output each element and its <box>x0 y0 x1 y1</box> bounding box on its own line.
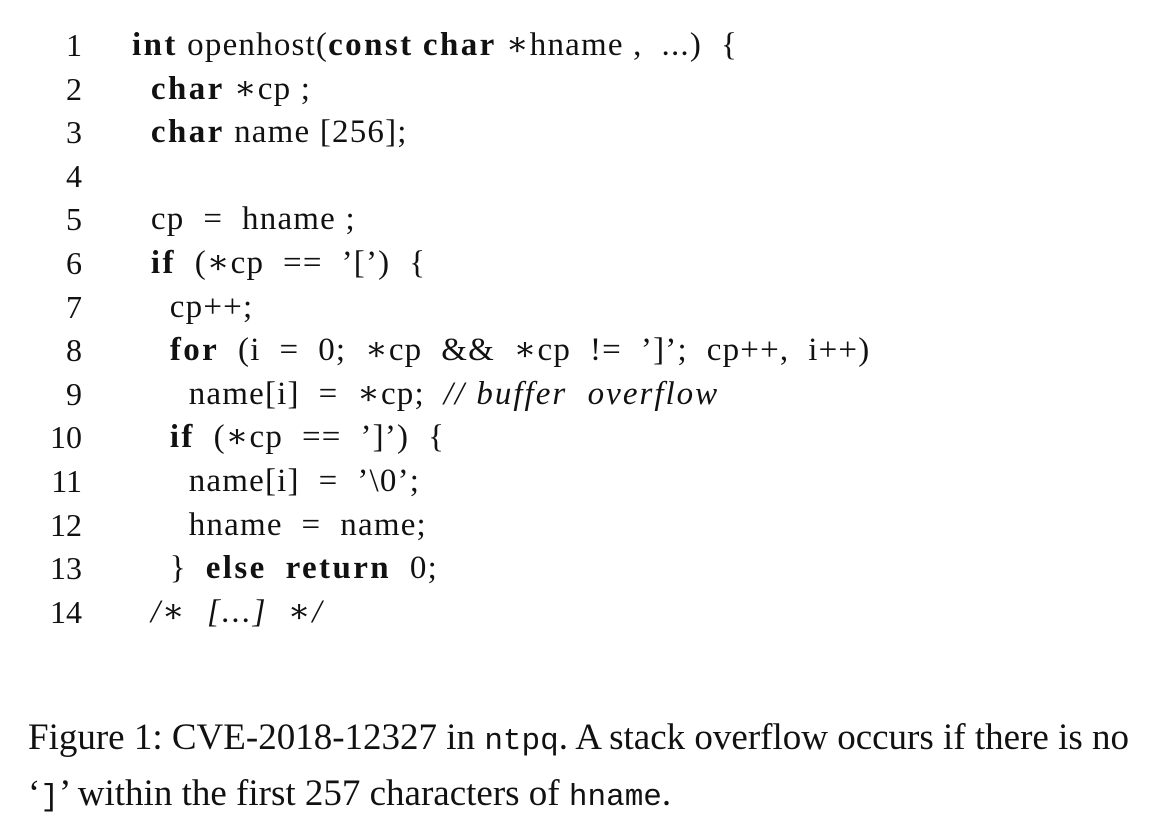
line-code: if (∗cp == ’[’) { <box>132 242 426 286</box>
code-text: ∗cp ; <box>224 70 312 107</box>
code-text: name [256]; <box>224 114 408 151</box>
code-line: 10 if (∗cp == ’]’) { <box>34 416 1154 460</box>
code-line: 13 } else return 0; <box>34 547 1154 591</box>
line-number: 2 <box>66 70 82 107</box>
code-text: (∗cp == ’]’) { <box>194 419 446 456</box>
line-number: 11 <box>51 462 82 499</box>
code-line: 3 char name [256]; <box>34 111 1154 155</box>
line-number: 13 <box>50 550 82 587</box>
code-comment: /∗ [...] ∗/ <box>150 593 324 630</box>
line-code: int openhost(const char ∗hname , ...) { <box>132 24 738 68</box>
line-number: 1 <box>66 27 82 63</box>
code-text: (∗cp == ’[’) { <box>175 244 427 281</box>
line-number: 12 <box>50 506 82 543</box>
line-code: } else return 0; <box>132 547 438 591</box>
line-code: if (∗cp == ’]’) { <box>132 416 445 460</box>
code-line: 6 if (∗cp == ’[’) { <box>34 242 1154 286</box>
code-text: hname = name; <box>132 506 427 543</box>
code-text: name[i] = ∗cp; <box>132 375 444 412</box>
line-number: 8 <box>66 332 82 369</box>
code-text: 0; <box>391 550 438 587</box>
code-keyword: int <box>132 27 178 63</box>
code-text: cp++; <box>132 288 254 325</box>
line-number: 7 <box>66 288 82 325</box>
code-keyword: const <box>328 27 414 63</box>
line-code: hname = name; <box>132 504 427 548</box>
code-listing: 1 int openhost(const char ∗hname , ...) {… <box>34 24 1154 634</box>
code-text: openhost( <box>177 27 329 63</box>
line-code: for (i = 0; ∗cp && ∗cp != ’]’; cp++, i++… <box>132 329 870 373</box>
caption-prefix: Figure 1: CVE-2018-12327 in <box>28 717 485 758</box>
line-code: cp = hname ; <box>132 198 356 242</box>
figure-caption: Figure 1: CVE-2018-12327 in ntpq. A stac… <box>28 712 1148 824</box>
line-code: name[i] = ∗cp; // buffer overflow <box>132 373 719 417</box>
caption-program-name: ntpq <box>484 724 559 759</box>
code-text: } <box>132 550 206 587</box>
code-keyword: char <box>150 70 225 107</box>
code-text: cp = hname ; <box>132 201 356 238</box>
code-text: ∗hname , ...) { <box>496 27 738 63</box>
line-number: 9 <box>66 375 82 412</box>
code-line: 8 for (i = 0; ∗cp && ∗cp != ’]’; cp++, i… <box>34 329 1154 373</box>
caption-bracket: ] <box>40 780 59 815</box>
line-number: 6 <box>66 244 82 281</box>
line-number: 4 <box>66 157 82 194</box>
caption-variable-name: hname <box>568 780 662 815</box>
code-keyword: else <box>205 550 267 587</box>
code-text: name[i] = ’\0’; <box>132 462 421 499</box>
line-number: 10 <box>50 419 82 456</box>
caption-after-bracket: ’ within the first 257 characters of <box>58 773 569 814</box>
code-line: 12 hname = name; <box>34 504 1154 548</box>
line-code: cp++; <box>132 286 253 330</box>
code-keyword: char <box>422 27 497 63</box>
code-keyword: char <box>150 114 225 151</box>
code-line: 1 int openhost(const char ∗hname , ...) { <box>34 24 1154 68</box>
caption-suffix: . <box>661 773 672 814</box>
line-code: name[i] = ’\0’; <box>132 460 420 504</box>
figure-1: 1 int openhost(const char ∗hname , ...) {… <box>0 0 1174 828</box>
code-keyword: if <box>169 419 195 456</box>
code-keyword: return <box>285 550 392 587</box>
code-line: 4 <box>34 155 1154 199</box>
code-line: 9 name[i] = ∗cp; // buffer overflow <box>34 373 1154 417</box>
code-line: 14 /∗ [...] ∗/ <box>34 591 1154 635</box>
code-line: 7 cp++; <box>34 286 1154 330</box>
code-text: (i = 0; ∗cp && ∗cp != ’]’; cp++, i++) <box>219 332 871 369</box>
line-number: 5 <box>66 201 82 238</box>
line-code: char ∗cp ; <box>132 68 311 112</box>
code-keyword: if <box>150 244 176 281</box>
line-number: 14 <box>50 593 82 630</box>
line-code: char name [256]; <box>132 111 408 155</box>
code-line: 2 char ∗cp ; <box>34 68 1154 112</box>
line-code: /∗ [...] ∗/ <box>132 591 324 635</box>
code-keyword: for <box>169 332 220 369</box>
code-comment: // buffer overflow <box>443 375 720 412</box>
code-line: 11 name[i] = ’\0’; <box>34 460 1154 504</box>
line-number: 3 <box>66 114 82 151</box>
code-line: 5 cp = hname ; <box>34 198 1154 242</box>
